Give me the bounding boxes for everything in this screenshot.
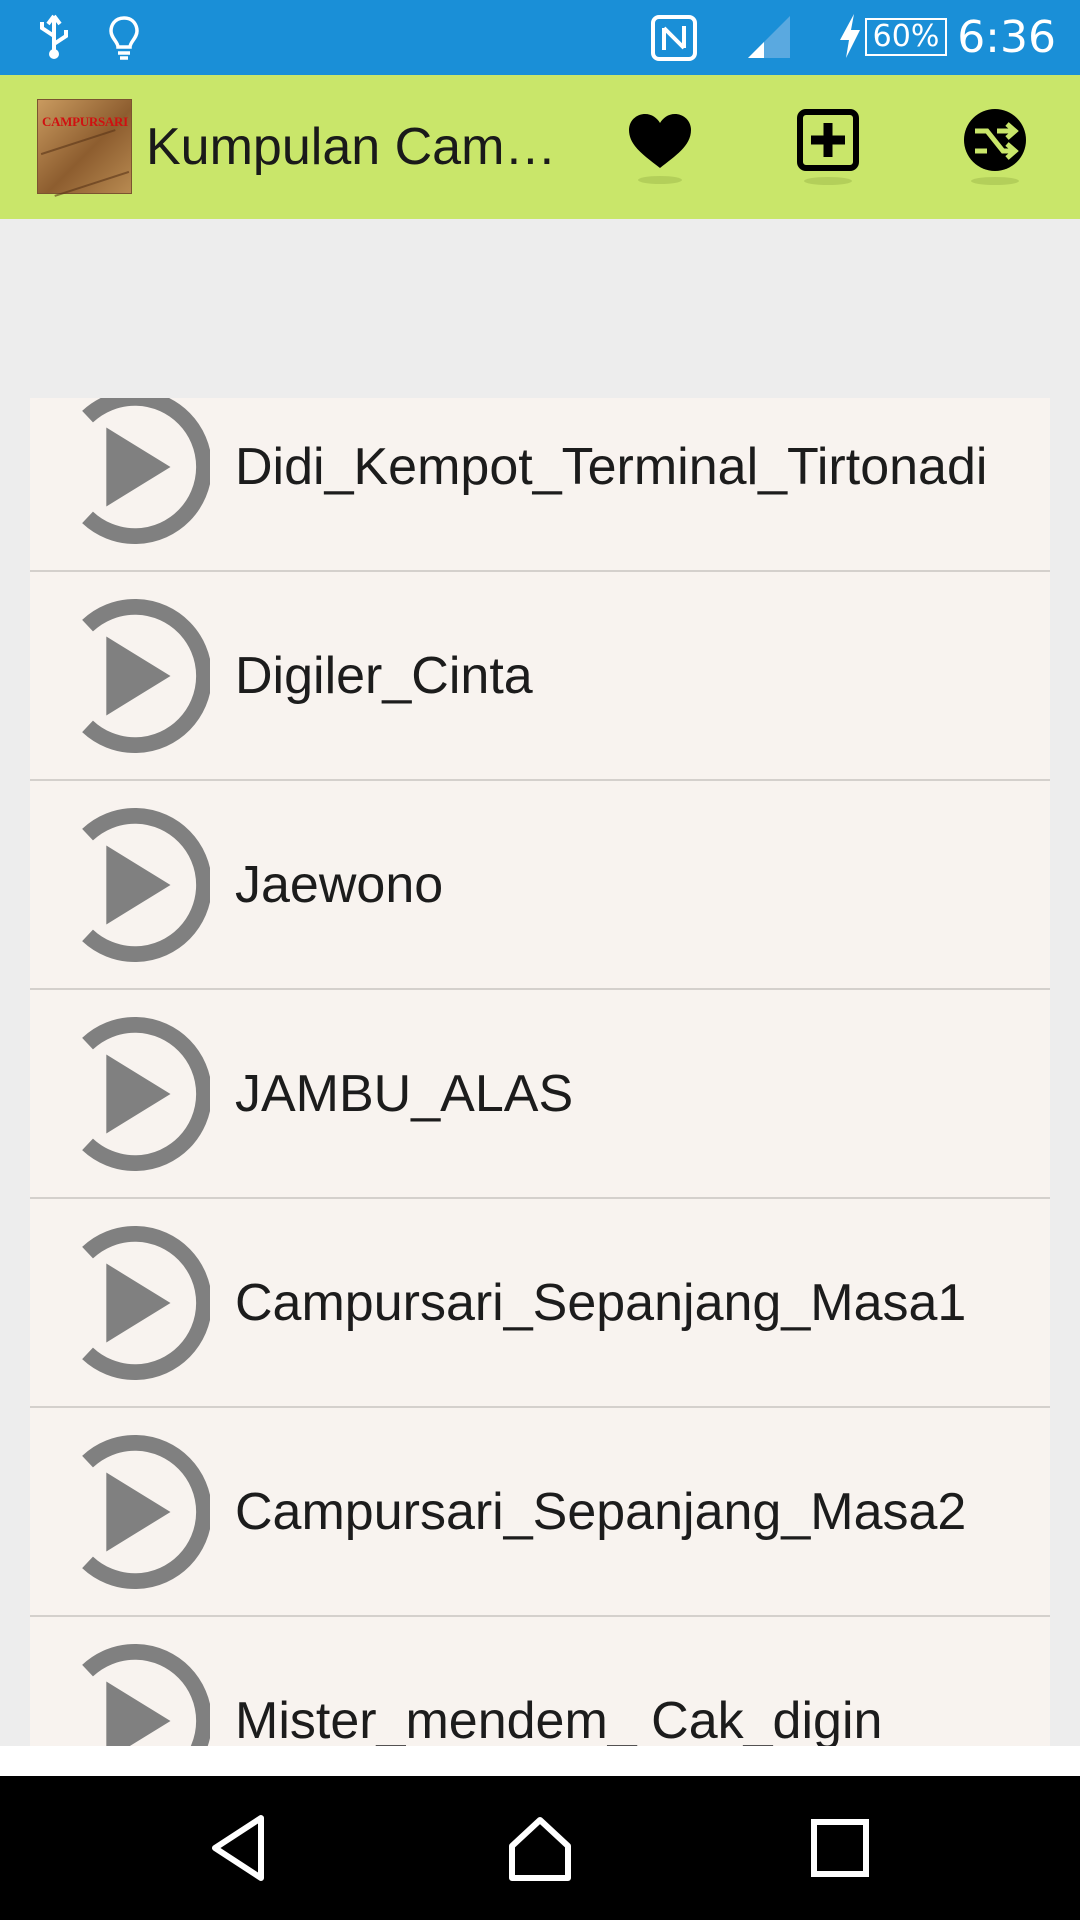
shuffle-button[interactable] [950,103,1040,193]
app-logo: CAMPURSARI [37,99,132,197]
song-title: Campursari_Sepanjang_Masa2 [235,1482,967,1541]
list-item[interactable]: Didi_Kempot_Terminal_Tirtonadi [30,398,1050,572]
battery-icon: 60% [865,18,947,56]
app-title: Kumpulan Cam… [146,118,557,176]
play-icon [82,807,210,962]
list-item[interactable]: Jaewono [30,781,1050,990]
charging-icon [840,14,860,58]
heart-icon [629,114,691,184]
home-icon[interactable] [504,1812,576,1884]
song-title: JAMBU_ALAS [235,1064,574,1123]
favorites-button[interactable] [615,103,705,193]
status-bar: 60% 6:36 [0,0,1080,75]
back-icon[interactable] [205,1812,277,1884]
list-footer [0,1746,1080,1776]
lightbulb-icon [109,16,139,60]
logo-text: CAMPURSARI [42,114,128,129]
nfc-icon [651,15,697,61]
signal-icon [748,16,790,58]
song-list[interactable]: Didi_Kempot_Terminal_Tirtonadi Digiler_C… [30,398,1050,1746]
song-title: Jaewono [235,855,444,914]
clock: 6:36 [957,12,1056,63]
add-box-icon [797,109,859,185]
recents-icon[interactable] [804,1812,876,1884]
play-icon [82,398,210,544]
add-button[interactable] [783,103,873,193]
usb-icon [40,14,68,59]
play-icon [82,1643,210,1746]
play-icon [82,1434,210,1589]
play-icon [82,1016,210,1171]
logo-decoration [40,129,130,197]
song-title: Digiler_Cinta [235,646,533,705]
list-item[interactable]: Campursari_Sepanjang_Masa1 [30,1199,1050,1408]
list-item[interactable]: Digiler_Cinta [30,572,1050,781]
song-title: Didi_Kempot_Terminal_Tirtonadi [235,437,988,496]
list-item[interactable]: Campursari_Sepanjang_Masa2 [30,1408,1050,1617]
navigation-bar [0,1776,1080,1920]
play-icon [82,598,210,753]
list-item[interactable]: Mister_mendem_ Cak_digin [30,1617,1050,1746]
app-bar: CAMPURSARI Kumpulan Cam… [0,75,1080,219]
song-title: Campursari_Sepanjang_Masa1 [235,1273,967,1332]
shuffle-icon [964,109,1026,185]
play-icon [82,1225,210,1380]
song-title: Mister_mendem_ Cak_digin [235,1691,883,1747]
list-item[interactable]: JAMBU_ALAS [30,990,1050,1199]
